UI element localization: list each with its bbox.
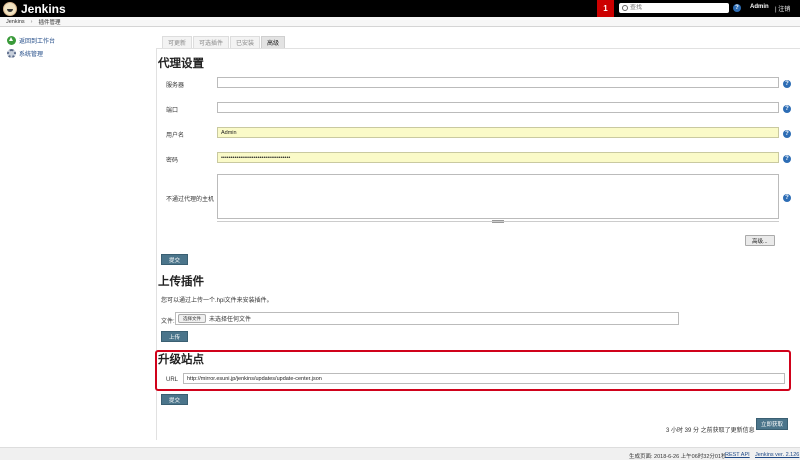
top-header: Jenkins 1 ? Admin | 注销 (0, 0, 800, 17)
password-label: 密码 (166, 158, 179, 164)
update-site-section-title: 升级站点 (158, 354, 204, 366)
breadcrumb-separator: › (30, 18, 33, 25)
server-help-icon[interactable]: ? (783, 80, 791, 88)
update-site-submit-button[interactable]: 提交 (161, 394, 189, 405)
brand-name: Jenkins (21, 1, 66, 16)
up-arrow-icon (7, 36, 16, 45)
search-box[interactable] (619, 3, 729, 13)
plugin-tabs: 可更新 可选插件 已安装 高级 (162, 36, 286, 48)
tab-installed[interactable]: 已安装 (230, 36, 261, 48)
jenkins-logo[interactable]: Jenkins (3, 1, 66, 16)
logout-link[interactable]: | 注销 (775, 4, 790, 13)
rest-api-link[interactable]: REST API (725, 452, 750, 458)
jenkins-version-link[interactable]: Jenkins ver. 2.126 (755, 452, 799, 458)
tab-advanced[interactable]: 高级 (261, 36, 286, 48)
proxy-section-title: 代理设置 (158, 58, 204, 70)
page-footer: 生成页面: 2018-6-26 上午06时32分01秒 REST API Jen… (0, 447, 800, 460)
port-help-icon[interactable]: ? (783, 105, 791, 113)
no-proxy-hosts-label: 不通过代理的主机 (166, 197, 215, 203)
help-icon[interactable]: ? (733, 4, 741, 12)
user-link[interactable]: Admin (750, 4, 769, 10)
no-proxy-help-icon[interactable]: ? (783, 194, 791, 202)
upload-section-title: 上传插件 (158, 276, 204, 288)
server-label: 服务器 (166, 83, 185, 89)
resize-grip-icon[interactable] (492, 220, 504, 223)
no-file-chosen-text: 未选择任何文件 (209, 317, 252, 323)
search-icon (622, 5, 628, 11)
update-info-text: 3 小时 39 分 之前获取了更新信息 (666, 428, 755, 434)
advanced-button[interactable]: 高级... (745, 235, 775, 246)
file-input[interactable]: 选择文件 未选择任何文件 (175, 312, 679, 325)
check-now-button[interactable]: 立即获取 (756, 418, 789, 430)
search-input[interactable] (630, 4, 725, 12)
jenkins-butler-icon (3, 1, 17, 16)
upload-button[interactable]: 上传 (161, 331, 189, 342)
tab-updates[interactable]: 可更新 (162, 36, 193, 48)
no-proxy-hosts-field[interactable] (217, 174, 779, 219)
server-field[interactable] (217, 77, 779, 88)
port-field[interactable] (217, 102, 779, 113)
upload-description: 您可以通过上传一个.hpi文件来安装插件。 (161, 298, 273, 304)
password-field[interactable] (217, 152, 779, 163)
tab-available[interactable]: 可选插件 (193, 36, 230, 48)
update-site-url-field[interactable] (183, 373, 785, 384)
breadcrumb-current[interactable]: 插件管理 (39, 18, 61, 26)
breadcrumb: Jenkins › 插件管理 (0, 17, 800, 27)
footer-generated-time: 生成页面: 2018-6-26 上午06时32分01秒 (629, 454, 727, 460)
sidebar-item-label: 系统管理 (19, 52, 44, 58)
username-field[interactable] (217, 127, 779, 138)
url-label: URL (166, 377, 179, 383)
file-label: 文件: (161, 319, 175, 325)
highlight-frame (155, 350, 791, 391)
sidebar-item-back-to-dashboard[interactable]: 返回到工作台 (7, 36, 55, 45)
gear-icon (7, 49, 16, 58)
choose-file-button[interactable]: 选择文件 (178, 314, 206, 323)
breadcrumb-root[interactable]: Jenkins (6, 19, 25, 25)
username-help-icon[interactable]: ? (783, 130, 791, 138)
notification-badge[interactable]: 1 (597, 0, 614, 17)
proxy-submit-button[interactable]: 提交 (161, 254, 189, 265)
sidebar-item-manage-jenkins[interactable]: 系统管理 (7, 49, 43, 58)
password-help-icon[interactable]: ? (783, 155, 791, 163)
username-label: 用户名 (166, 133, 185, 139)
port-label: 端口 (166, 108, 179, 114)
sidebar-item-label: 返回到工作台 (19, 39, 56, 45)
